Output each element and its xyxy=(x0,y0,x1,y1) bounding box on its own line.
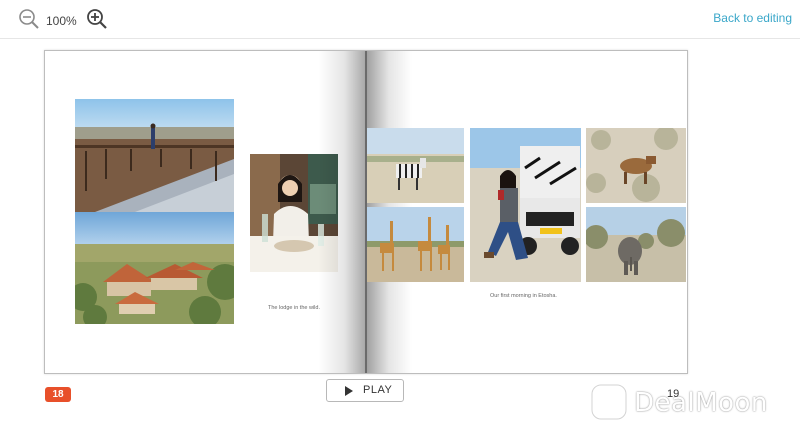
play-button[interactable]: PLAY xyxy=(326,379,404,402)
giraffes-photo[interactable] xyxy=(366,207,464,282)
left-page-caption: The lodge in the wild. xyxy=(268,305,320,311)
play-icon xyxy=(345,386,353,396)
zoom-out-icon[interactable] xyxy=(18,8,40,30)
book-spine xyxy=(365,51,367,373)
zoom-in-icon[interactable] xyxy=(86,8,108,30)
left-page: The lodge in the wild. xyxy=(45,51,366,373)
watermark-text: DealMoon xyxy=(634,388,768,418)
hyena-photo[interactable] xyxy=(586,128,686,203)
dealmoon-logo-icon xyxy=(590,383,628,421)
back-to-editing-link[interactable]: Back to editing xyxy=(713,11,792,25)
zoom-level: 100% xyxy=(46,14,77,28)
preview-toolbar: 100% Back to editing xyxy=(0,0,800,39)
photobook-spread: The lodge in the wild. Our first morning… xyxy=(44,50,688,374)
dinner-portrait-photo[interactable] xyxy=(250,154,338,272)
lodge-rooftops-photo[interactable] xyxy=(75,212,234,324)
zebras-photo[interactable] xyxy=(366,128,464,203)
right-page: Our first morning in Etosha. xyxy=(366,51,687,373)
dealmoon-watermark: DealMoon xyxy=(588,382,788,422)
elephant-photo[interactable] xyxy=(586,207,686,282)
play-label: PLAY xyxy=(363,384,393,396)
safari-vehicle-portrait-photo[interactable] xyxy=(470,128,581,282)
deck-view-photo[interactable] xyxy=(75,99,234,212)
right-page-caption: Our first morning in Etosha. xyxy=(490,293,557,299)
left-page-number-badge: 18 xyxy=(45,387,71,402)
